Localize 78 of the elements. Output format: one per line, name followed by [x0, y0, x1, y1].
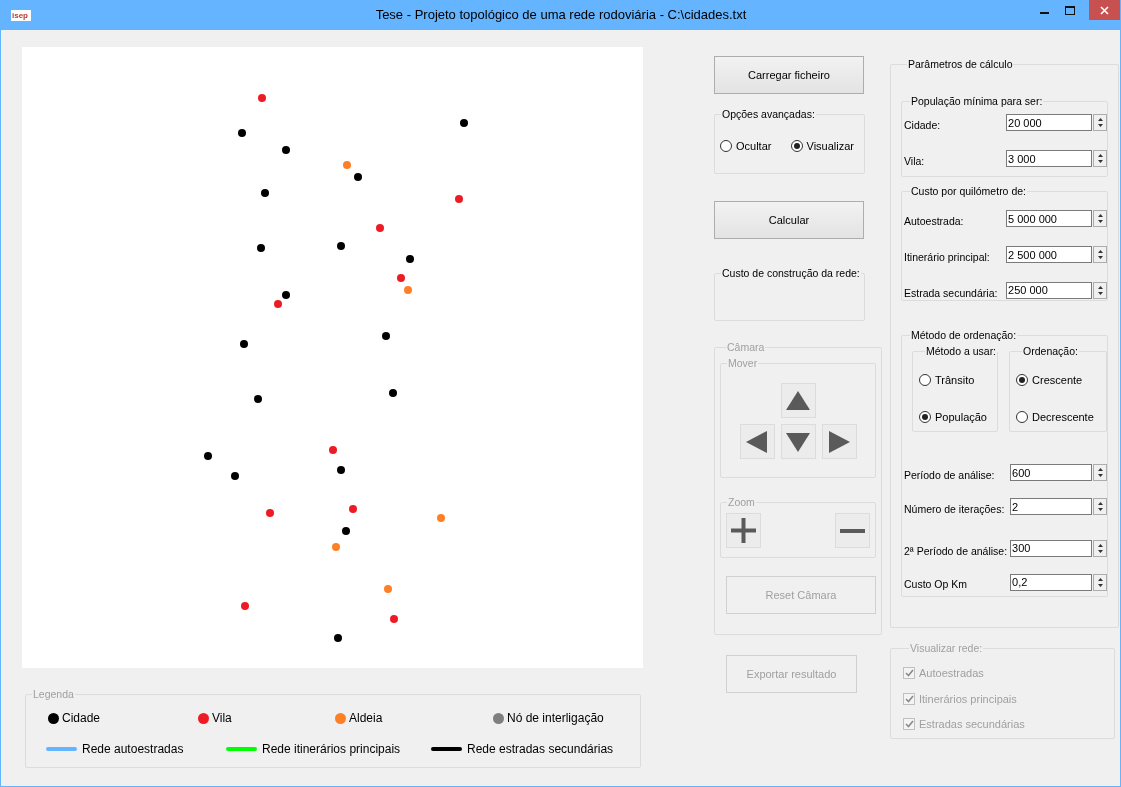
legend-label: Rede itinerários principais — [262, 741, 401, 758]
group-title: Ordenação: — [1022, 345, 1079, 358]
group-title: Parâmetros de cálculo — [907, 58, 1014, 71]
spin-arrows-icon — [1096, 542, 1104, 554]
field-label: Autoestrada: — [904, 214, 965, 229]
spin-button[interactable] — [1093, 281, 1108, 299]
calculate-button[interactable]: Calcular — [714, 201, 864, 239]
close-icon — [1100, 5, 1109, 15]
number-field[interactable]: 600 — [1010, 464, 1093, 482]
spin-arrows-icon — [1096, 501, 1104, 513]
close-button[interactable] — [1089, 0, 1120, 20]
group-title: Método a usar: — [925, 345, 998, 358]
group-title: Visualizar rede: — [909, 642, 984, 655]
group-title: Câmara — [726, 341, 766, 354]
radio-button[interactable]: Crescente — [1016, 372, 1107, 389]
spin-arrows-icon — [1096, 467, 1104, 479]
maximize-icon — [1065, 5, 1075, 15]
spin-button[interactable] — [1093, 210, 1108, 228]
spin-arrows-icon — [1096, 284, 1104, 296]
legend-label: Vila — [212, 710, 232, 727]
spin-button[interactable] — [1093, 114, 1108, 132]
field-label: Custo Op Km — [904, 577, 969, 593]
group-title: Mover — [727, 357, 759, 370]
pan-right-button[interactable] — [821, 424, 857, 459]
number-field[interactable]: 0,2 — [1010, 573, 1093, 591]
radio-button[interactable]: População — [919, 408, 998, 425]
spin-button[interactable] — [1093, 539, 1108, 557]
radio-button[interactable]: Ocultar — [720, 138, 772, 155]
plus-icon — [730, 517, 757, 544]
spin-button[interactable] — [1093, 498, 1108, 516]
spin-arrows-icon — [1096, 576, 1104, 588]
spin-arrows-icon — [1096, 117, 1104, 129]
group-title: Método de ordenação: — [910, 329, 1018, 342]
field-label: Vila: — [904, 153, 926, 169]
radio-button[interactable]: Decrescente — [1016, 408, 1107, 425]
number-field[interactable]: 3 000 — [1006, 150, 1093, 168]
legend-label: Rede estradas secundárias — [467, 741, 614, 758]
legend-label: Cidade — [62, 710, 101, 727]
group-title: Zoom — [727, 496, 756, 509]
spin-arrows-icon — [1096, 153, 1104, 165]
minus-icon — [839, 527, 866, 534]
radio-button[interactable]: Visualizar — [790, 138, 854, 155]
pan-down-button[interactable] — [780, 424, 816, 459]
group-title: Opções avançadas: — [721, 108, 816, 121]
legend-label: Nó de interligação — [507, 710, 604, 727]
zoom-in-button[interactable] — [726, 513, 761, 548]
spin-arrows-icon — [1096, 213, 1104, 225]
group-title: Custo por quilómetro de: — [910, 185, 1027, 198]
number-field[interactable]: 5 000 000 — [1006, 210, 1093, 228]
radio-button[interactable]: Trânsito — [919, 372, 998, 389]
field-label: Itinerário principal: — [904, 249, 991, 265]
group-title: Custo de construção da rede: — [721, 267, 861, 280]
number-field[interactable]: 250 000 — [1006, 281, 1093, 299]
app-logo: isep — [11, 9, 31, 21]
minimize-icon — [1039, 12, 1049, 14]
number-field[interactable]: 2 — [1010, 498, 1093, 516]
pan-up-button[interactable] — [780, 383, 816, 418]
zoom-out-button[interactable] — [835, 513, 870, 548]
spin-arrows-icon — [1096, 249, 1104, 261]
spin-button[interactable] — [1093, 246, 1108, 264]
spin-button[interactable] — [1093, 573, 1108, 591]
number-field[interactable]: 20 000 — [1006, 114, 1093, 132]
field-label: Número de iterações: — [904, 501, 1006, 517]
group-title: População mínima para ser: — [910, 95, 1044, 108]
field-label: Período de análise: — [904, 468, 996, 483]
load-button[interactable]: Carregar ficheiro — [714, 56, 864, 94]
group-title: Legenda — [32, 688, 75, 701]
number-field[interactable]: 300 — [1010, 539, 1093, 557]
spin-button[interactable] — [1093, 464, 1108, 482]
pan-left-button[interactable] — [739, 424, 775, 459]
number-field[interactable]: 2 500 000 — [1006, 246, 1093, 264]
window-title: Tese - Projeto topológico de uma rede rodoviária - C:\cidades.txt — [374, 6, 748, 25]
legend-label: Aldeia — [349, 710, 383, 727]
legend-label: Rede autoestradas — [82, 741, 184, 758]
field-label: Cidade: — [904, 118, 942, 133]
spin-button[interactable] — [1093, 150, 1108, 168]
field-label: Estrada secundária: — [904, 285, 999, 301]
field-label: 2ª Período de análise: — [904, 543, 1009, 559]
